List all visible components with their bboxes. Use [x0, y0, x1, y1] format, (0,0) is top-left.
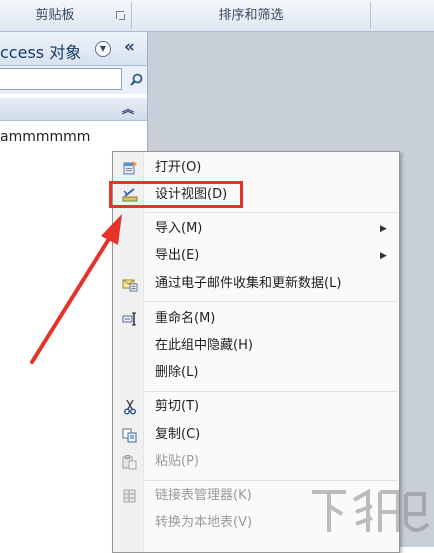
menu-item-hide-in-group[interactable]: 在此组中隐藏(H)	[114, 333, 398, 359]
linked-table-manager-icon	[123, 489, 136, 503]
search-icon[interactable]	[128, 72, 144, 88]
sort-filter-group-label: 排序和筛选	[218, 8, 284, 23]
menu-item-open[interactable]: 打开(O)	[114, 155, 398, 181]
nav-pane-header[interactable]: ccess 对象 ▼ «	[0, 32, 147, 66]
submenu-arrow-icon: ▶	[380, 224, 387, 234]
copy-icon	[122, 428, 137, 443]
rename-icon	[122, 312, 136, 326]
paste-icon	[122, 455, 137, 470]
submenu-arrow-icon: ▶	[380, 251, 387, 261]
menu-item-export[interactable]: 导出(E) ▶	[114, 243, 398, 269]
open-icon	[123, 161, 137, 175]
clipboard-group-label: 剪贴板	[35, 8, 75, 23]
menu-separator	[145, 212, 397, 213]
object-group-header[interactable]: ︽	[0, 98, 147, 121]
menu-item-paste[interactable]: 粘贴(P)	[114, 449, 398, 475]
menu-item-rename[interactable]: 重命名(M)	[114, 306, 398, 332]
menu-item-cut[interactable]: 剪切(T)	[114, 394, 398, 420]
nav-menu-dropdown-icon[interactable]: ▼	[95, 41, 111, 57]
dialog-launcher-icon[interactable]	[116, 11, 125, 20]
menu-item-copy[interactable]: 复制(C)	[114, 422, 398, 448]
menu-item-email-collect[interactable]: 通过电子邮件收集和更新数据(L)	[114, 271, 398, 297]
menu-item-import[interactable]: 导入(M) ▶	[114, 216, 398, 242]
email-collect-icon	[122, 279, 138, 292]
menu-item-delete[interactable]: 删除(L)	[114, 360, 398, 386]
ribbon-group-bar: 剪贴板 排序和筛选	[0, 0, 434, 32]
collapse-pane-icon[interactable]: «	[124, 37, 135, 57]
menu-separator	[145, 391, 397, 392]
menu-separator	[145, 480, 397, 481]
menu-separator	[145, 301, 397, 302]
group-separator	[370, 2, 371, 29]
cut-icon	[124, 399, 136, 415]
search-row	[0, 66, 147, 94]
nav-pane-title: ccess 对象	[0, 43, 82, 62]
highlight-box	[109, 181, 243, 208]
table-item[interactable]: ammmmmm	[0, 129, 90, 145]
chevron-up-icon[interactable]: ︽	[122, 100, 134, 117]
watermark-logo	[306, 484, 434, 547]
search-input[interactable]	[0, 68, 122, 90]
